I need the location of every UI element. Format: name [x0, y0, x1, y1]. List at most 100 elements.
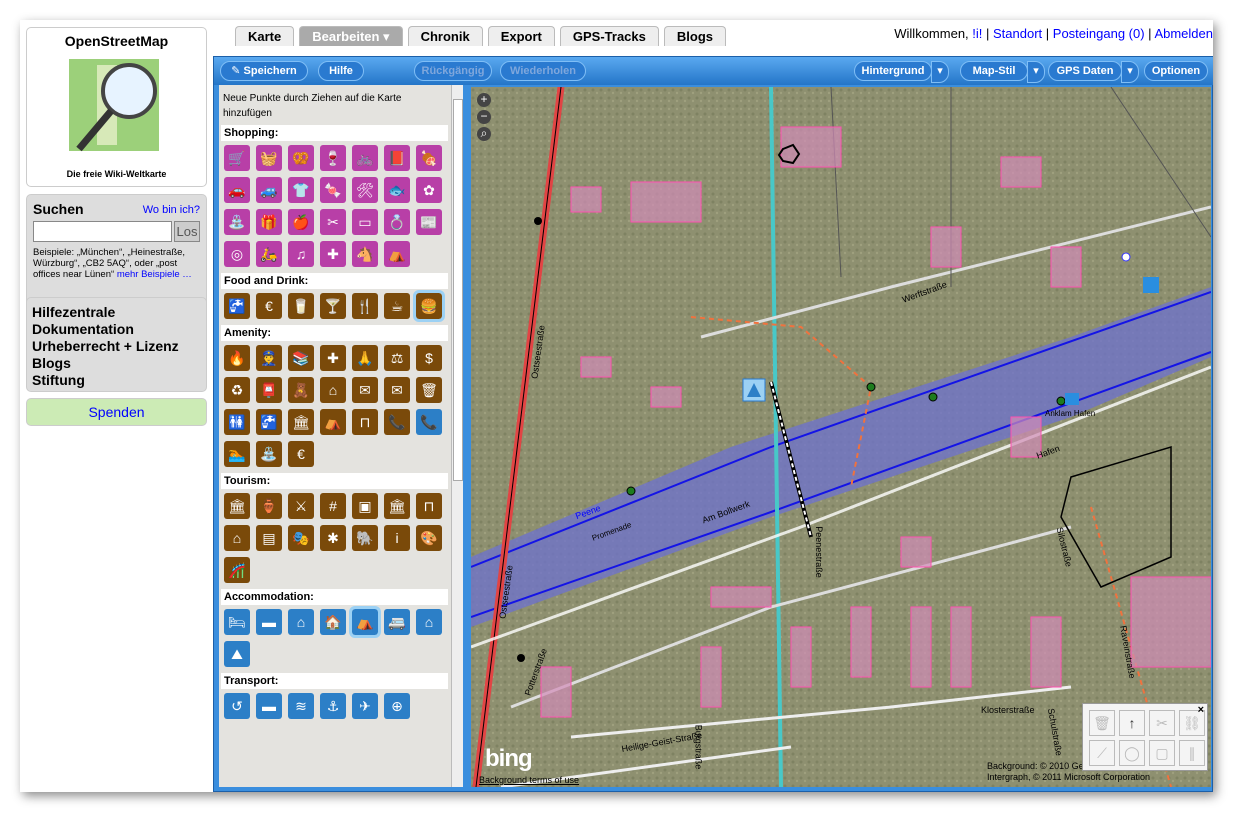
telephone-icon[interactable]: 📞	[384, 409, 410, 435]
transport-icon-6[interactable]: ⊕	[384, 693, 410, 719]
greengrocer-icon[interactable]: 🍎	[288, 209, 314, 235]
fire-station-icon[interactable]: 🔥	[224, 345, 250, 371]
bank-icon[interactable]: $	[416, 345, 442, 371]
shelter-icon[interactable]: ⌂	[320, 377, 346, 403]
theme-park-icon[interactable]: 🎢	[224, 557, 250, 583]
link-copyright[interactable]: Urheberrecht + Lizenz	[32, 338, 201, 355]
palette-scrollbar[interactable]	[451, 85, 463, 787]
help-button[interactable]: Hilfe	[318, 61, 364, 81]
pub-icon[interactable]: 🥛	[288, 293, 314, 319]
vending-icon[interactable]: €	[256, 293, 282, 319]
chalet-icon[interactable]: ⛰	[224, 641, 250, 667]
guest-house-icon[interactable]: 🏠	[320, 609, 346, 635]
sweets-icon[interactable]: 🍬	[320, 177, 346, 203]
toys-icon[interactable]: 🐴	[352, 241, 378, 267]
restaurant-icon[interactable]: 🍴	[352, 293, 378, 319]
worship-icon[interactable]: 🙏	[352, 345, 378, 371]
options-button[interactable]: Optionen	[1144, 61, 1208, 81]
zoo-icon[interactable]: 🐘	[352, 525, 378, 551]
music-icon[interactable]: ♫	[288, 241, 314, 267]
redo-button[interactable]: Wiederholen	[500, 61, 586, 81]
tab-blogs[interactable]: Blogs	[663, 26, 726, 46]
tab-export[interactable]: Export	[487, 26, 555, 46]
battlefield-icon[interactable]: ⚔	[288, 493, 314, 519]
where-am-i-link[interactable]: Wo bin ich?	[143, 204, 200, 216]
pharmacy-icon[interactable]: ✚	[320, 241, 346, 267]
close-icon[interactable]: ×	[1198, 704, 1204, 716]
link-foundation[interactable]: Stiftung	[32, 372, 201, 389]
caravan-icon[interactable]: 🚐	[384, 609, 410, 635]
tab-map[interactable]: Karte	[235, 26, 295, 46]
camp-site-icon[interactable]: ⛺	[349, 606, 381, 638]
link-blogs[interactable]: Blogs	[32, 355, 201, 372]
arrow-up-icon[interactable]: ↑	[1119, 710, 1145, 736]
townhall-icon[interactable]: 🏛	[288, 409, 314, 435]
picnic-icon[interactable]: ⛺	[320, 409, 346, 435]
viewpoint-icon[interactable]: ✱	[320, 525, 346, 551]
emergency-phone-icon[interactable]: 📞	[416, 409, 442, 435]
transport-icon-4[interactable]: ⚓	[320, 693, 346, 719]
courthouse-icon[interactable]: ⚖	[384, 345, 410, 371]
logout-link[interactable]: Abmelden	[1154, 26, 1213, 41]
florist-icon[interactable]: ✿	[416, 177, 442, 203]
map-canvas[interactable]: Ostseestraße Ostseestraße Werftstraße Am…	[471, 87, 1211, 787]
memorial-icon[interactable]: ▣	[352, 493, 378, 519]
inbox-link[interactable]: Posteingang (0)	[1053, 26, 1145, 41]
orthogonalize-icon[interactable]: ▢	[1149, 740, 1175, 766]
letterbox-icon[interactable]: ✉	[384, 377, 410, 403]
car-repair-icon[interactable]: 🚙	[256, 177, 282, 203]
gallery-icon[interactable]: 🎨	[416, 525, 442, 551]
zoom-in-button[interactable]: +	[477, 93, 491, 107]
water-tap-icon[interactable]: 🚰	[256, 409, 282, 435]
theatre-icon[interactable]: 🎭	[288, 525, 314, 551]
basket-icon[interactable]: 🧺	[256, 145, 282, 171]
kiosk-icon[interactable]: 📰	[416, 209, 442, 235]
motorbike-icon[interactable]: 🛵	[256, 241, 282, 267]
fish-icon[interactable]: 🐟	[384, 177, 410, 203]
tab-edit[interactable]: Bearbeiten ▾	[299, 26, 403, 46]
location-link[interactable]: Standort	[993, 26, 1042, 41]
swimming-icon[interactable]: 🏊	[224, 441, 250, 467]
bakery-icon[interactable]: 🥨	[288, 145, 314, 171]
laundry-icon[interactable]: ◎	[224, 241, 250, 267]
fast-food-icon[interactable]: 🍔	[413, 290, 445, 322]
clothes-icon[interactable]: 👕	[288, 177, 314, 203]
search-input[interactable]	[33, 221, 172, 242]
delete-icon[interactable]: 🗑	[1089, 710, 1115, 736]
picnic-site-icon[interactable]: ⊓	[416, 493, 442, 519]
waste-icon[interactable]: 🗑	[416, 377, 442, 403]
ruins-icon[interactable]: ⌂	[224, 525, 250, 551]
save-button[interactable]: ✎ Speichern	[220, 61, 308, 81]
monument-icon[interactable]: 🏛	[384, 493, 410, 519]
search-go-button[interactable]: Los	[174, 221, 200, 242]
tab-gps-traces[interactable]: GPS-Tracks	[559, 26, 659, 46]
artwork-icon[interactable]: 🏺	[256, 493, 282, 519]
map-style-button[interactable]: Map-Stil	[960, 61, 1045, 83]
cafe-icon[interactable]: ☕	[384, 293, 410, 319]
bicycle-icon[interactable]: 🚲	[352, 145, 378, 171]
hifi-icon[interactable]: ▭	[352, 209, 378, 235]
book-icon[interactable]: 📕	[384, 145, 410, 171]
bench-icon[interactable]: ⊓	[352, 409, 378, 435]
background-button[interactable]: Hintergrund	[854, 61, 949, 83]
gift-icon[interactable]: 🎁	[256, 209, 282, 235]
bar-icon[interactable]: 🍸	[320, 293, 346, 319]
hairdresser-icon[interactable]: ✂	[320, 209, 346, 235]
bottles-icon[interactable]: 🍷	[320, 145, 346, 171]
fountain-icon[interactable]: ⛲	[256, 441, 282, 467]
library-icon[interactable]: 📚	[288, 345, 314, 371]
mail-icon[interactable]: ✉	[352, 377, 378, 403]
police-icon[interactable]: 👮	[256, 345, 282, 371]
alpine-hut-icon[interactable]: ⌂	[416, 609, 442, 635]
straighten-icon[interactable]: ⟋	[1089, 740, 1115, 766]
zoom-out-button[interactable]: −	[477, 110, 491, 124]
donate-button[interactable]: Spenden	[26, 398, 207, 426]
recycling-icon[interactable]: ♻	[224, 377, 250, 403]
motel-icon[interactable]: ▬	[256, 609, 282, 635]
osm-logo-box[interactable]: OpenStreetMap Die freie Wiki-Weltkarte	[26, 27, 207, 187]
cart-icon[interactable]: 🛒	[224, 145, 250, 171]
undo-button[interactable]: Rückgängig	[414, 61, 492, 81]
post-icon[interactable]: 📮	[256, 377, 282, 403]
search-zoom-icon[interactable]: ⌕	[477, 127, 491, 141]
transport-icon-2[interactable]: ▬	[256, 693, 282, 719]
